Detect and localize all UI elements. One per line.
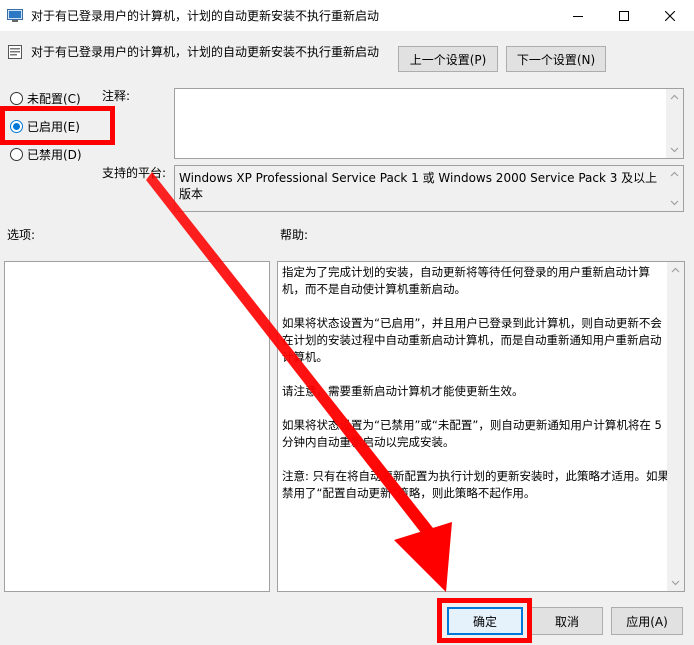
- policy-app-icon: [7, 9, 23, 22]
- help-paragraph: 如果将状态设置为“已启用”，并且用户已登录到此计算机，则自动更新不会在计划的安装…: [282, 316, 662, 364]
- help-paragraph: 如果将状态设置为“已禁用”或“未配置”，则自动更新通知用户计算机将在 5 分钟内…: [282, 418, 662, 449]
- radio-disabled-label: 已禁用(D): [27, 147, 82, 162]
- radio-not-configured[interactable]: 未配置(C): [10, 89, 81, 107]
- help-paragraph: 指定为了完成计划的安装，自动更新将等待任何登录的用户重新启动计算机，而不是自动使…: [282, 265, 650, 296]
- radio-button-icon: [10, 147, 23, 161]
- platform-scrollbar[interactable]: [666, 166, 683, 211]
- help-paragraph: 请注意，需要重新启动计算机才能使更新生效。: [282, 384, 524, 398]
- scroll-up-icon[interactable]: [671, 266, 680, 275]
- cancel-button[interactable]: 取消: [531, 607, 603, 635]
- options-label: 选项:: [7, 228, 36, 242]
- next-setting-button[interactable]: 下一个设置(N): [506, 46, 606, 72]
- comment-scrollbar[interactable]: [666, 89, 683, 158]
- policy-setting-icon: [8, 45, 22, 59]
- help-paragraph: 注意: 只有在将自动更新配置为执行计划的更新安装时，此策略才适用。如果禁用了“配…: [282, 469, 670, 500]
- supported-platform-label: 支持的平台:: [102, 166, 167, 180]
- previous-setting-button[interactable]: 上一个设置(P): [398, 46, 498, 72]
- help-label: 帮助:: [280, 228, 309, 242]
- minimize-button[interactable]: [555, 0, 601, 31]
- setting-title: 对于有已登录用户的计算机，计划的自动更新安装不执行重新启动: [31, 45, 380, 59]
- supported-platform-field: Windows XP Professional Service Pack 1 或…: [174, 165, 684, 212]
- enabled-highlight-box: [0, 106, 115, 145]
- title-bar: 对于有已登录用户的计算机，计划的自动更新安装不执行重新启动: [0, 0, 694, 31]
- scroll-down-icon[interactable]: [670, 198, 679, 207]
- scroll-up-icon[interactable]: [670, 170, 679, 179]
- maximize-button[interactable]: [601, 0, 647, 31]
- scroll-down-icon[interactable]: [670, 145, 679, 154]
- maximize-icon: [619, 10, 629, 21]
- apply-button[interactable]: 应用(A): [611, 607, 683, 635]
- scroll-down-icon[interactable]: [671, 578, 680, 587]
- ok-highlight-box: [437, 598, 532, 643]
- radio-not-configured-label: 未配置(C): [27, 91, 81, 106]
- options-panel: [4, 261, 270, 592]
- close-button[interactable]: [647, 0, 693, 31]
- scroll-up-icon[interactable]: [670, 93, 679, 102]
- comment-textarea[interactable]: [174, 88, 684, 159]
- minimize-icon: [573, 15, 583, 17]
- supported-platform-value: Windows XP Professional Service Pack 1 或…: [179, 171, 658, 201]
- help-text: 指定为了完成计划的安装，自动更新将等待任何登录的用户重新启动计算机，而不是自动使…: [282, 264, 670, 519]
- radio-button-icon: [10, 91, 23, 105]
- close-icon: [665, 10, 675, 21]
- radio-disabled[interactable]: 已禁用(D): [10, 145, 82, 163]
- help-panel: 指定为了完成计划的安装，自动更新将等待任何登录的用户重新启动计算机，而不是自动使…: [277, 261, 685, 592]
- window-title: 对于有已登录用户的计算机，计划的自动更新安装不执行重新启动: [31, 9, 380, 23]
- comment-label: 注释:: [102, 89, 131, 103]
- help-scrollbar[interactable]: [667, 262, 684, 591]
